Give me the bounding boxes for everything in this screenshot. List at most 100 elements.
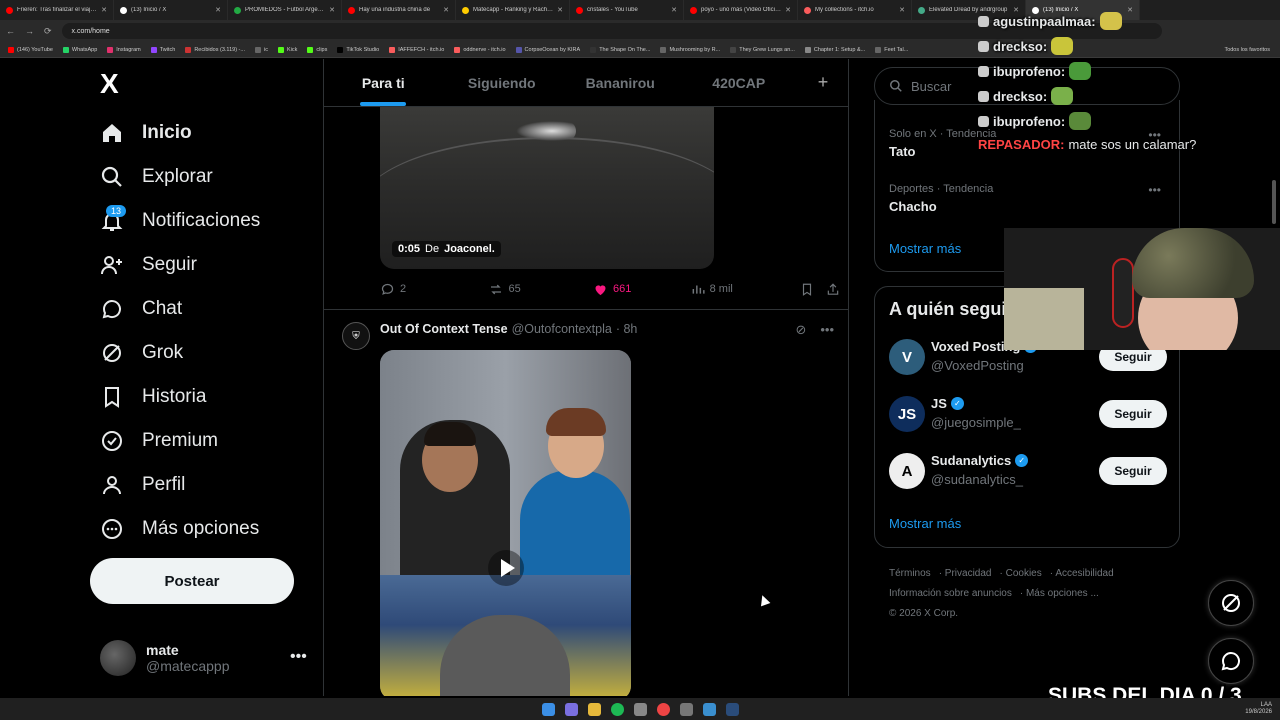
more-horizontal-icon[interactable]: ••• xyxy=(290,648,307,666)
footer-ads-info-link[interactable]: Información sobre anuncios xyxy=(889,588,1012,599)
chrome-icon[interactable] xyxy=(656,702,670,716)
more-horizontal-icon[interactable]: ••• xyxy=(820,322,834,338)
avatar[interactable]: JS xyxy=(889,396,925,432)
bookmark-item[interactable]: (146) YouTube xyxy=(8,46,53,53)
browser-tab[interactable]: (13) Inicio / X ✕ xyxy=(114,0,228,20)
discord-icon[interactable] xyxy=(564,702,578,716)
bookmark-item[interactable]: Instagram xyxy=(107,46,141,53)
sidebar-item-explorar[interactable]: Explorar xyxy=(100,161,213,193)
bookmark-item[interactable]: Chapter 1: Setup &... xyxy=(804,46,865,53)
bookmark-item[interactable]: WhatsApp xyxy=(62,46,97,53)
close-icon[interactable]: ✕ xyxy=(671,6,677,14)
views-button[interactable]: 8 mil xyxy=(691,282,801,296)
feed-tab[interactable]: Para ti xyxy=(324,59,443,106)
tweet-video[interactable] xyxy=(380,350,631,696)
follow-suggestion[interactable]: JS JS ✓ @juegosimple_ Seguir xyxy=(889,394,1169,434)
close-icon[interactable]: ✕ xyxy=(101,6,107,14)
trend-item[interactable]: Deportes · Tendencia Chacho ••• xyxy=(889,183,1169,214)
close-icon[interactable]: ✕ xyxy=(785,6,791,14)
follow-button[interactable]: Seguir xyxy=(1099,457,1167,485)
scrollbar-thumb[interactable] xyxy=(1272,180,1276,224)
grok-fab-button[interactable] xyxy=(1208,580,1254,626)
sidebar-item-más-opciones[interactable]: Más opciones xyxy=(100,513,259,545)
tweet-author-handle[interactable]: @Outofcontextpla xyxy=(512,322,612,336)
tweet[interactable]: ⛨ Out Of Context Tense @Outofcontextpla … xyxy=(324,309,848,696)
like-button[interactable]: 661 xyxy=(593,282,691,297)
messages-fab-button[interactable] xyxy=(1208,638,1254,684)
file-explorer-icon[interactable] xyxy=(587,702,601,716)
add-tab-icon[interactable]: + xyxy=(798,59,848,106)
close-icon[interactable]: ✕ xyxy=(899,6,905,14)
footer-privacy-link[interactable]: Privacidad xyxy=(945,568,992,579)
follow-name[interactable]: Sudanalytics xyxy=(931,453,1011,468)
browser-tab[interactable]: cristales - YouTube ✕ xyxy=(570,0,684,20)
bookmark-item[interactable]: Mushrooming by R... xyxy=(660,46,720,53)
app-icon[interactable] xyxy=(633,702,647,716)
sidebar-item-grok[interactable]: Grok xyxy=(100,337,183,369)
sidebar-item-perfil[interactable]: Perfil xyxy=(100,469,185,501)
follow-button[interactable]: Seguir xyxy=(1099,400,1167,428)
browser-tab[interactable]: poyo - uno más (Video Oficial) ✕ xyxy=(684,0,798,20)
footer-terms-link[interactable]: Términos xyxy=(889,568,931,579)
footer-accessibility-link[interactable]: Accesibilidad xyxy=(1055,568,1113,579)
bookmark-item[interactable]: clips xyxy=(307,46,327,53)
post-button[interactable]: Postear xyxy=(90,558,294,604)
show-more-link[interactable]: Mostrar más xyxy=(889,516,961,531)
avatar[interactable]: A xyxy=(889,453,925,489)
close-icon[interactable]: ✕ xyxy=(215,6,221,14)
close-icon[interactable]: ✕ xyxy=(557,6,563,14)
sidebar-item-chat[interactable]: Chat xyxy=(100,293,182,325)
tweet-avatar[interactable]: ⛨ xyxy=(342,322,370,350)
bookmark-item[interactable]: Kick xyxy=(277,46,297,53)
browser-tab[interactable]: Frieren: Tras finalizar el viaje - ✕ xyxy=(0,0,114,20)
bookmark-button[interactable] xyxy=(800,282,826,297)
tweet-author-name[interactable]: Out Of Context Tense xyxy=(380,322,508,336)
browser-tab[interactable]: My collections - itch.io ✕ xyxy=(798,0,912,20)
bookmark-item[interactable]: The Shape On The... xyxy=(590,46,650,53)
show-more-link[interactable]: Mostrar más xyxy=(889,241,961,256)
feed-tab[interactable]: Bananirou xyxy=(561,59,680,106)
bookmark-item[interactable]: CorpseOcean by KIRA xyxy=(515,46,580,53)
feed-tab[interactable]: Siguiendo xyxy=(443,59,562,106)
close-icon[interactable]: ✕ xyxy=(329,6,335,14)
sidebar-item-inicio[interactable]: Inicio xyxy=(100,117,192,149)
obs-icon[interactable] xyxy=(679,702,693,716)
follow-name[interactable]: JS xyxy=(931,396,947,411)
browser-tab[interactable]: Matecapp - Ranking y Rachas ✕ xyxy=(456,0,570,20)
windows-start-icon[interactable] xyxy=(541,702,555,716)
bookmark-item[interactable]: Twitch xyxy=(150,46,175,53)
browser-tab[interactable]: Hay una industria china de ✕ xyxy=(342,0,456,20)
sidebar-item-premium[interactable]: Premium xyxy=(100,425,218,457)
app-icon[interactable] xyxy=(702,702,716,716)
tweet-video[interactable]: 0:05 De Joaconel. xyxy=(380,107,714,269)
retweet-button[interactable]: 65 xyxy=(488,282,594,297)
sidebar-item-seguir[interactable]: Seguir xyxy=(100,249,197,281)
spotify-icon[interactable] xyxy=(610,702,624,716)
forward-icon[interactable]: → xyxy=(25,26,34,36)
bookmark-item[interactable]: Recibidos (3.119) -... xyxy=(185,46,245,53)
bookmark-item[interactable]: ic xyxy=(254,46,268,53)
bookmark-item[interactable]: They Grew Lungs an... xyxy=(730,46,795,53)
feed-tab[interactable]: 420CAP xyxy=(680,59,799,106)
close-icon[interactable]: ✕ xyxy=(443,6,449,14)
footer-cookies-link[interactable]: Cookies xyxy=(1006,568,1042,579)
browser-tab[interactable]: PROMIEDOS - Futbol Argentino ✕ xyxy=(228,0,342,20)
bookmark-item[interactable]: oddnerve - itch.io xyxy=(454,46,506,53)
follow-suggestion[interactable]: A Sudanalytics ✓ @sudanalytics_ Seguir xyxy=(889,451,1169,491)
more-horizontal-icon[interactable]: ••• xyxy=(1148,183,1161,197)
share-button[interactable] xyxy=(826,282,840,297)
play-icon[interactable] xyxy=(488,550,524,586)
avatar[interactable]: V xyxy=(889,339,925,375)
x-logo-icon[interactable]: X xyxy=(100,70,126,98)
bookmark-item[interactable]: IAFFEFCH - itch.io xyxy=(389,46,444,53)
bookmark-item[interactable]: Feet Tal... xyxy=(875,46,908,53)
sidebar-item-historia[interactable]: Historia xyxy=(100,381,206,413)
bookmark-item[interactable]: TikTok Studio xyxy=(337,46,379,53)
footer-more-link[interactable]: Más opciones ... xyxy=(1026,588,1099,599)
reload-icon[interactable]: ⟳ xyxy=(44,26,52,37)
reply-button[interactable]: 2 xyxy=(380,282,488,297)
grok-icon[interactable]: ⊘ xyxy=(795,322,806,338)
steam-icon[interactable] xyxy=(725,702,739,716)
back-icon[interactable]: ← xyxy=(6,26,15,36)
account-switcher[interactable]: mate @matecappp xyxy=(100,636,310,680)
